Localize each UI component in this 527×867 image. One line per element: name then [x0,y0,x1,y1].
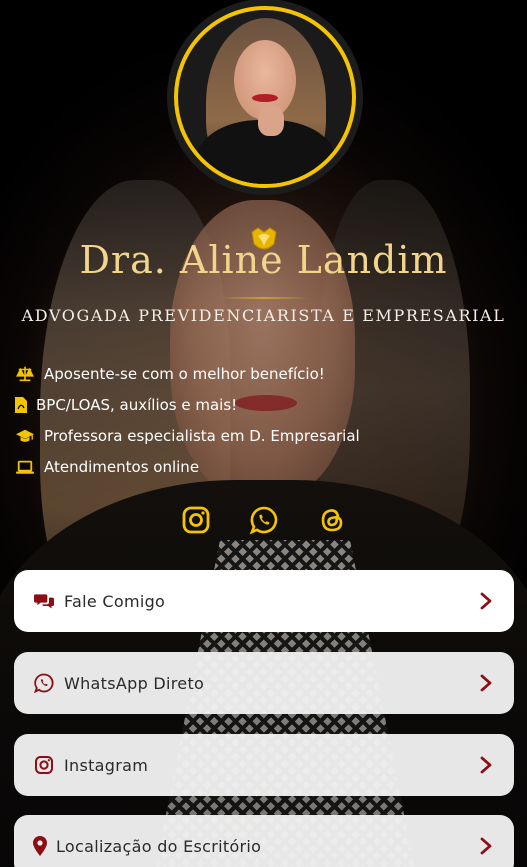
feature-item: Professora especialista em D. Empresaria… [14,420,360,451]
instagram-button[interactable]: Instagram [14,734,514,796]
chevron-right-icon [476,591,496,611]
button-label: Localização do Escritório [56,836,262,856]
fale-comigo-button[interactable]: Fale Comigo [14,570,514,632]
chevron-right-icon [476,836,496,856]
title-divider [220,297,308,299]
whatsapp-icon [32,672,56,694]
whatsapp-direto-button[interactable]: WhatsApp Direto [14,652,514,714]
feature-list: Aposente-se com o melhor benefício! BPC/… [14,358,360,482]
avatar [174,6,356,188]
instagram-icon [32,754,56,776]
chevron-right-icon [476,755,496,775]
pdf-file-icon [14,396,28,414]
laptop-icon [14,458,36,476]
feature-text: Atendimentos online [44,457,200,476]
instagram-icon[interactable] [181,505,211,535]
social-links [0,505,527,535]
feature-text: Aposente-se com o melhor benefício! [44,364,325,383]
threads-icon[interactable] [317,505,347,535]
map-pin-icon [32,835,48,857]
button-label: Instagram [64,755,149,775]
feature-item: BPC/LOAS, auxílios e mais! [14,389,360,420]
whatsapp-icon[interactable] [249,505,279,535]
comments-icon [32,590,56,612]
profile-subtitle: ADVOGADA PREVIDENCIARISTA E EMPRESARIAL [21,306,506,325]
feature-item: Aposente-se com o melhor benefício! [14,358,360,389]
feature-item: Atendimentos online [14,451,360,482]
graduation-cap-icon [14,427,36,445]
feature-text: Professora especialista em D. Empresaria… [44,426,360,445]
scale-icon [14,365,36,383]
button-label: Fale Comigo [64,591,166,611]
feature-text: BPC/LOAS, auxílios e mais! [36,395,238,414]
button-label: WhatsApp Direto [64,673,205,693]
localizacao-button[interactable]: Localização do Escritório [14,815,514,867]
chevron-right-icon [476,673,496,693]
profile-name: Dra. Aline Landim [79,238,448,282]
